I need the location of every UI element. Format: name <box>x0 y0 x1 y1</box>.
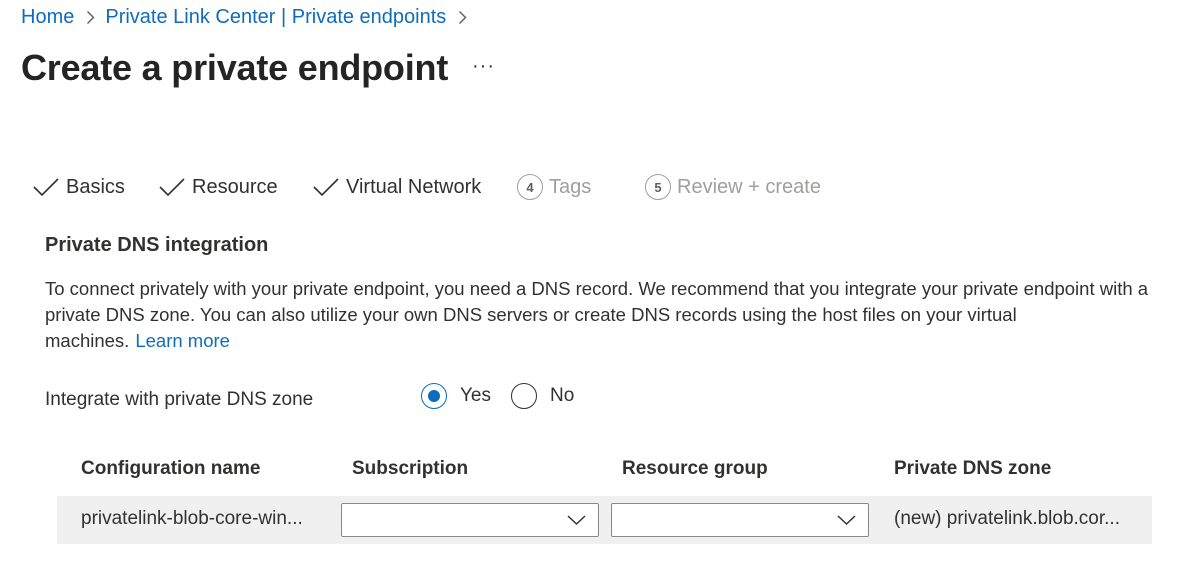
step-review-create[interactable]: 5 Review + create <box>645 172 821 202</box>
column-header-configuration-name: Configuration name <box>81 458 261 479</box>
step-number-badge: 4 <box>517 174 543 200</box>
learn-more-link[interactable]: Learn more <box>135 330 230 351</box>
step-number-badge: 5 <box>645 174 671 200</box>
radio-label: Yes <box>460 385 491 406</box>
resource-group-dropdown[interactable] <box>611 503 869 537</box>
step-tags[interactable]: 4 Tags <box>517 172 591 202</box>
radio-button-checked[interactable] <box>421 383 447 409</box>
radio-option-no[interactable]: No <box>511 383 574 409</box>
chevron-down-icon <box>567 513 586 531</box>
breadcrumb-home-link[interactable]: Home <box>21 6 74 29</box>
table-row: privatelink-blob-core-win... (new) priva… <box>57 496 1152 544</box>
chevron-right-icon <box>458 10 467 25</box>
column-header-subscription: Subscription <box>352 458 469 479</box>
step-resource[interactable]: Resource <box>158 172 278 202</box>
chevron-right-icon <box>86 10 95 25</box>
radio-option-yes[interactable]: Yes <box>421 383 491 409</box>
section-description: To connect privately with your private e… <box>45 276 1155 354</box>
private-dns-zone-cell: (new) privatelink.blob.cor... <box>894 508 1120 529</box>
section-title: Private DNS integration <box>45 234 269 256</box>
radio-button[interactable] <box>511 383 537 409</box>
configuration-name-cell: privatelink-blob-core-win... <box>81 508 303 529</box>
chevron-down-icon <box>837 513 856 531</box>
radio-dot <box>428 390 440 402</box>
integrate-dns-radio-group: Yes No <box>421 383 594 409</box>
checkmark-icon <box>158 176 186 198</box>
checkmark-icon <box>312 176 340 198</box>
step-label: Review + create <box>677 175 821 198</box>
checkmark-icon <box>32 176 60 198</box>
column-header-private-dns-zone: Private DNS zone <box>894 458 1052 479</box>
step-label: Resource <box>192 175 278 198</box>
column-header-resource-group: Resource group <box>622 458 768 479</box>
breadcrumb: Home Private Link Center | Private endpo… <box>21 6 477 29</box>
integrate-dns-label: Integrate with private DNS zone <box>45 389 314 410</box>
step-label: Virtual Network <box>346 175 482 198</box>
step-virtual-network[interactable]: Virtual Network <box>312 172 481 202</box>
more-options-button[interactable]: ··· <box>472 56 495 76</box>
breadcrumb-parent-link[interactable]: Private Link Center | Private endpoints <box>105 6 446 29</box>
page-title: Create a private endpoint <box>21 47 449 88</box>
step-label: Tags <box>549 175 592 198</box>
radio-label: No <box>550 385 575 406</box>
step-label: Basics <box>66 175 125 198</box>
subscription-dropdown[interactable] <box>341 503 599 537</box>
step-basics[interactable]: Basics <box>32 172 125 202</box>
